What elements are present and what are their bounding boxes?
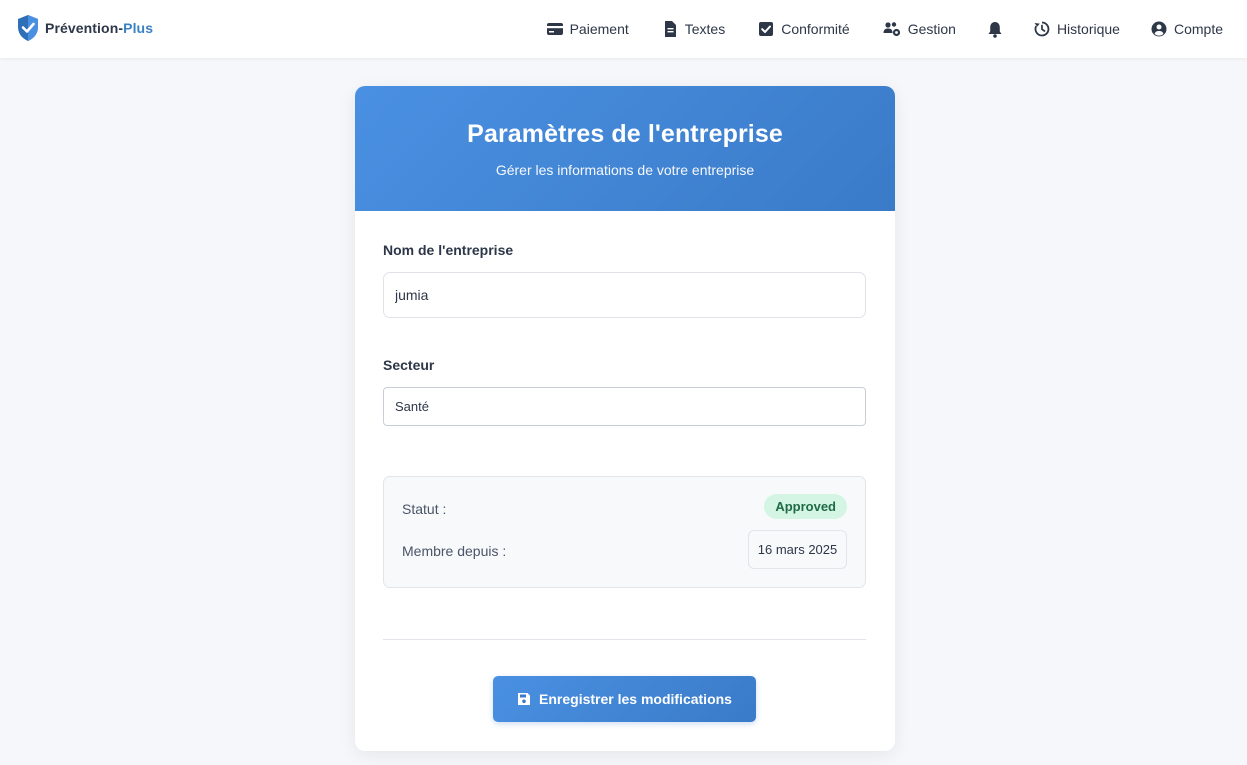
sector-select[interactable]: Santé [383,387,866,426]
brand-logo[interactable]: Prévention-Plus [17,14,153,42]
user-circle-icon [1151,21,1167,37]
brand-name: Prévention-Plus [45,20,154,36]
nav-label: Historique [1056,21,1120,37]
settings-card: Paramètres de l'entreprise Gérer les inf… [355,86,895,751]
top-navbar: Prévention-Plus Paiement Textes Conformi… [0,0,1247,58]
member-since-value: 16 mars 2025 [748,530,847,569]
history-icon [1034,21,1050,37]
nav-label: Gestion [907,21,956,37]
nav-item-textes[interactable]: Textes [662,0,725,58]
nav-item-conformite[interactable]: Conformité [758,0,850,58]
nav-label: Textes [684,21,726,37]
nav-item-notifications[interactable] [987,0,1003,58]
save-button-label: Enregistrer les modifications [539,691,732,707]
page-title: Paramètres de l'entreprise [467,120,783,148]
nav-label: Conformité [781,21,850,37]
users-gear-icon [883,22,900,37]
card-header: Paramètres de l'entreprise Gérer les inf… [355,86,895,211]
nav-item-historique[interactable]: Historique [1034,0,1120,58]
nav-item-paiement[interactable]: Paiement [546,0,629,58]
bell-icon [988,21,1002,38]
company-name-label: Nom de l'entreprise [383,242,514,258]
save-button[interactable]: Enregistrer les modifications [493,676,756,722]
status-label: Statut : [402,501,447,517]
nav-item-compte[interactable]: Compte [1151,0,1223,58]
status-badge: Approved [764,494,847,519]
sector-label: Secteur [383,357,435,373]
member-since-label: Membre depuis : [402,543,507,559]
credit-card-icon [546,23,563,35]
nav-item-gestion[interactable]: Gestion [883,0,956,58]
divider [383,639,866,640]
page-subtitle: Gérer les informations de votre entrepri… [495,162,755,178]
nav-label: Paiement [569,21,629,37]
checkbox-icon [759,22,774,36]
company-name-input[interactable] [383,272,866,318]
account-info-box: Statut : Approved Membre depuis : 16 mar… [383,476,866,588]
nav-label: Compte [1173,21,1223,37]
nav-links: Paiement Textes Conformité Gestion Histo… [546,0,1247,58]
shield-check-icon [18,15,38,41]
document-icon [664,21,676,37]
sector-selected-value: Santé [395,399,429,414]
save-icon [518,693,531,705]
